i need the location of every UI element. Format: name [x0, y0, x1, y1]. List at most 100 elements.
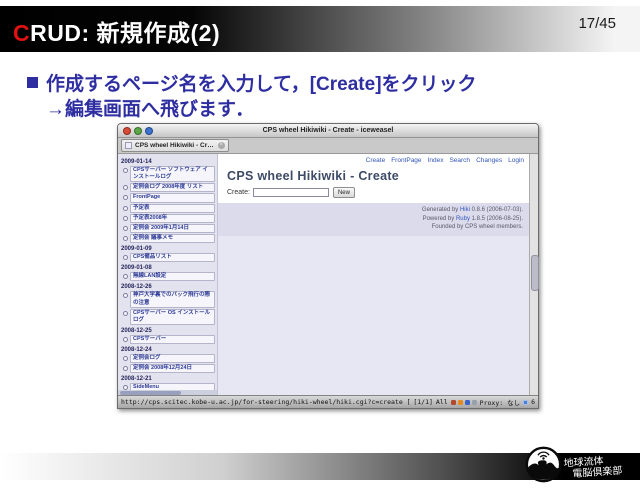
dennou-club-wave-logo-icon	[525, 446, 562, 483]
flag-icon[interactable]	[465, 400, 470, 405]
list-bullet-icon	[123, 337, 128, 342]
nav-link-create[interactable]: Create	[366, 157, 386, 164]
sidebar-page-link-label: 定例会 2008年12月24日	[130, 364, 215, 373]
sidebar-page-link[interactable]: CPS備品リスト	[121, 253, 215, 262]
sidebar-date-heading: 2009-01-14	[121, 159, 215, 165]
sidebar-page-link[interactable]: 定例会 議事メモ	[121, 234, 215, 243]
favicon-placeholder-icon	[125, 142, 132, 149]
window-title: CPS wheel Hikiwiki - Create - iceweasel	[118, 127, 538, 134]
slide-title: CRUD: 新規作成(2)	[13, 14, 220, 48]
vertical-scrollbar[interactable]	[529, 154, 538, 395]
list-bullet-icon	[123, 293, 128, 298]
proxy-status: Proxy: なし	[480, 397, 520, 407]
sidebar-date-heading: 2009-01-08	[121, 265, 215, 271]
browser-window: CPS wheel Hikiwiki - Create - iceweasel …	[117, 123, 539, 409]
sidebar-page-link-label: 予定表2008年	[130, 214, 215, 223]
bullet-text-line1: 作成するページ名を入力して，[Create]をクリック	[46, 74, 477, 95]
horizontal-scrollbar[interactable]	[118, 390, 217, 395]
sidebar-page-link[interactable]: 定例会 2008年12月24日	[121, 364, 215, 373]
sidebar-page-link-label: 定例会 2009年1月14日	[130, 224, 215, 233]
sidebar-page-link[interactable]: CPSサーバー	[121, 335, 215, 344]
new-button[interactable]: New	[333, 187, 355, 198]
footer-text: Powered by	[423, 216, 456, 222]
sidebar-page-link[interactable]: 定例会ログ	[121, 354, 215, 363]
statusbar-url: http://cps.scitec.kobe-u.ac.jp/for-steer…	[121, 398, 410, 406]
title-rest: RUD: 新規作成(2)	[30, 20, 220, 46]
footer-text: Founded by CPS wheel members.	[432, 224, 523, 230]
list-bullet-icon	[123, 206, 128, 211]
browser-title-bar[interactable]: CPS wheel Hikiwiki - Create - iceweasel	[118, 124, 538, 138]
vertical-scrollbar-thumb[interactable]	[531, 255, 539, 291]
wiki-sidebar: 2009-01-14CPSサーバー ソフトウェア インストールログ定例会ログ 2…	[118, 154, 218, 395]
sidebar-date-heading: 2008-12-21	[121, 376, 215, 382]
statusbar-scroll-position: All	[436, 398, 448, 406]
sidebar-page-link[interactable]: 予定表	[121, 204, 215, 213]
list-bullet-icon	[123, 356, 128, 361]
sidebar-page-link-label: 定例会 議事メモ	[130, 234, 215, 243]
nav-link-search[interactable]: Search	[449, 157, 470, 164]
footer-text: Generated by	[422, 207, 460, 213]
statusbar-count: 6	[531, 398, 535, 406]
footer-credit-line: Founded by CPS wheel members.	[224, 223, 523, 232]
sidebar-page-link[interactable]: 定例会 2009年1月14日	[121, 224, 215, 233]
title-first-letter: C	[13, 20, 30, 46]
nav-link-frontpage[interactable]: FrontPage	[391, 157, 421, 164]
sidebar-date-heading: 2008-12-24	[121, 347, 215, 353]
create-label: Create:	[227, 189, 250, 196]
sidebar-page-link[interactable]: CPSサーバー ソフトウェア インストールログ	[121, 166, 215, 182]
scrapbook-icon[interactable]	[458, 400, 463, 405]
sidebar-page-link[interactable]: CPSサーバー OS インストールログ	[121, 309, 215, 325]
tab-label: CPS wheel Hikiwiki - Cr…	[135, 142, 214, 149]
bullet-block: 作成するページ名を入力して，[Create]をクリック →編集画面へ飛びます．	[27, 72, 613, 122]
slide-title-bar: CRUD: 新規作成(2) 17/45	[0, 6, 640, 52]
statusbar-icons	[451, 400, 477, 405]
dennou-club-logo-text: 地球流体 電脳倶楽部	[563, 453, 638, 480]
bullet-square-icon	[27, 77, 38, 88]
create-form: Create: New	[227, 187, 529, 198]
sidebar-page-link[interactable]: 定例会ログ 2008年度 リスト	[121, 183, 215, 192]
list-bullet-icon	[123, 274, 128, 279]
list-bullet-icon	[123, 216, 128, 221]
bullet-line-1: 作成するページ名を入力して，[Create]をクリック	[27, 72, 613, 97]
nav-link-index[interactable]: Index	[428, 157, 444, 164]
feed-icon[interactable]	[472, 400, 477, 405]
list-bullet-icon	[123, 236, 128, 241]
list-bullet-icon	[123, 195, 128, 200]
nav-link-changes[interactable]: Changes	[476, 157, 502, 164]
sidebar-page-link-label: 予定表	[130, 204, 215, 213]
browser-content: 2009-01-14CPSサーバー ソフトウェア インストールログ定例会ログ 2…	[118, 154, 538, 395]
nav-link-login[interactable]: Login	[508, 157, 524, 164]
tab-close-icon[interactable]: ×	[218, 142, 225, 149]
slide-footer-bar: 地球流体 電脳倶楽部	[0, 453, 640, 480]
hand-icon[interactable]	[451, 400, 456, 405]
sidebar-page-link[interactable]: 予定表2008年	[121, 214, 215, 223]
list-bullet-icon	[123, 168, 128, 173]
tab-bar: CPS wheel Hikiwiki - Cr… ×	[118, 138, 538, 154]
sidebar-page-link[interactable]: 無線LAN設定	[121, 272, 215, 281]
wiki-footer-text: Generated by Hiki 0.8.6 (2006-07-03). Pow…	[218, 203, 529, 236]
sidebar-date-heading: 2009-01-09	[121, 246, 215, 252]
sidebar-page-link-label: 無線LAN設定	[130, 272, 215, 281]
footer-link[interactable]: Hiki	[460, 207, 470, 213]
create-input[interactable]	[253, 188, 329, 197]
sidebar-page-link-label: CPSサーバー ソフトウェア インストールログ	[130, 166, 215, 182]
sidebar-page-link-label: CPS備品リスト	[130, 253, 215, 262]
footer-credit-line: Powered by Ruby 1.8.5 (2006-08-25).	[224, 215, 523, 224]
sidebar-page-link-label: CPSサーバー	[130, 335, 215, 344]
sidebar-page-link-label: FrontPage	[130, 193, 215, 202]
status-bar: http://cps.scitec.kobe-u.ac.jp/for-steer…	[118, 395, 538, 408]
page-body-empty	[218, 236, 529, 395]
list-bullet-icon	[123, 311, 128, 316]
sidebar-page-link-label: 神戸大学裏でのバック飛行の際の注意	[130, 291, 215, 307]
proxy-doc-icon[interactable]	[523, 400, 528, 405]
sidebar-page-link[interactable]: FrontPage	[121, 193, 215, 202]
horizontal-scrollbar-thumb[interactable]	[120, 391, 181, 395]
footer-link[interactable]: Ruby	[456, 216, 470, 222]
footer-text: 0.8.6 (2006-07-03).	[470, 207, 523, 213]
browser-tab[interactable]: CPS wheel Hikiwiki - Cr… ×	[121, 139, 229, 152]
sidebar-date-heading: 2008-12-25	[121, 328, 215, 334]
list-bullet-icon	[123, 366, 128, 371]
wiki-nav: Create FrontPage Index Search Changes Login	[218, 154, 529, 166]
sidebar-page-link[interactable]: 神戸大学裏でのバック飛行の際の注意	[121, 291, 215, 307]
statusbar-buffer-indicator: [1/1]	[413, 398, 433, 406]
